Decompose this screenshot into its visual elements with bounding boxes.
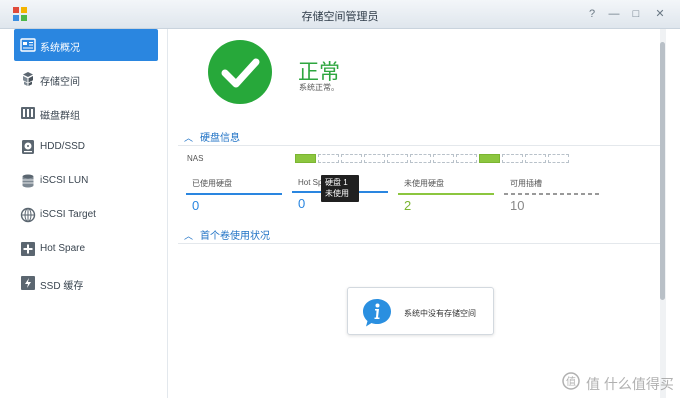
watermark-text: 值 什么值得买 [586,376,674,392]
disk-info-section-header[interactable]: ︿ 硬盘信息 [184,129,240,144]
disk-slot-empty[interactable] [433,154,454,163]
scrollbar-thumb[interactable] [660,42,665,300]
stat-label: 已使用硬盘 [192,179,232,188]
checkmark-icon [221,58,260,88]
disk-info-title: 硬盘信息 [200,133,240,144]
stat-unused-disks: 未使用硬盘 2 [398,178,494,213]
stat-value: 10 [510,198,525,213]
sidebar-item-label: HDD/SSD [40,141,86,152]
disk-slot-used[interactable] [479,154,500,163]
close-button[interactable]: ✕ [652,6,668,22]
sidebar-item-label: Hot Spare [40,243,86,254]
disk-slot-empty[interactable] [410,154,431,163]
section-divider [178,145,660,146]
hot-spare-icon [21,242,35,256]
sidebar-item-label: iSCSI Target [40,209,96,220]
sidebar-item-iscsi-target[interactable]: iSCSI Target [14,199,158,231]
disk-slot-empty[interactable] [502,154,523,163]
disk-slot-used[interactable] [295,154,316,163]
sidebar-item-storage-space[interactable]: 存储空间 [14,63,158,95]
stat-value: 2 [404,198,412,213]
info-icon [363,299,391,327]
chevron-up-icon: ︿ [184,133,194,143]
disk-slot-empty[interactable] [525,154,546,163]
storage-space-icon [23,72,33,86]
svg-text:值: 值 [566,375,576,388]
sidebar-item-ssd-cache[interactable]: SSD 缓存 [14,267,158,299]
device-label: NAS [187,154,204,163]
disk-slot-empty[interactable] [456,154,477,163]
disk-tooltip: 硬盘 1 未使用 [321,175,359,202]
disk-slot-empty[interactable] [364,154,385,163]
chevron-up-icon: ︿ [184,231,194,241]
iscsi-lun-icon [22,174,34,188]
tooltip-status: 未使用 [325,189,349,198]
disk-slot-empty[interactable] [318,154,339,163]
stat-bar [504,193,600,195]
disk-slot-empty[interactable] [341,154,362,163]
watermark: 值 值 什么值得买 [560,372,676,392]
overview-icon [20,38,36,52]
sidebar: 系统概况 存储空间 磁盘群组 HDD/SSD iSCSI LUN iSCSI T… [0,29,168,398]
sidebar-item-label: 存储空间 [40,77,80,88]
section-divider [178,243,660,244]
tooltip-title: 硬盘 1 [325,178,348,187]
empty-message: 系统中没有存储空间 [404,309,476,318]
minimize-button[interactable]: — [606,6,622,22]
iscsi-target-icon [20,207,36,223]
volume-usage-title: 首个卷使用状况 [200,231,270,242]
sidebar-item-iscsi-lun[interactable]: iSCSI LUN [14,165,158,197]
sidebar-item-label: 系统概况 [40,43,80,54]
disk-slot-empty[interactable] [387,154,408,163]
sidebar-item-hdd-ssd[interactable]: HDD/SSD [14,131,158,163]
status-description: 系统正常。 [299,83,339,92]
sidebar-item-label: 磁盘群组 [40,111,80,122]
stat-value: 0 [192,198,200,213]
window-titlebar: 存储空间管理员 ? — □ ✕ [0,0,680,29]
sidebar-item-label: iSCSI LUN [40,175,89,186]
maximize-button[interactable]: □ [628,6,644,22]
stat-label: 未使用硬盘 [404,179,444,188]
stat-used-disks: 已使用硬盘 0 [186,178,282,213]
watermark-logo-icon: 值 [562,372,580,390]
stat-label: 可用插槽 [510,179,542,188]
sidebar-item-overview[interactable]: 系统概况 [14,29,158,61]
status-ok-icon [208,40,272,104]
empty-storage-notice: 系统中没有存储空间 [347,287,494,335]
disk-group-icon [21,107,35,119]
help-button[interactable]: ? [584,6,600,22]
ssd-cache-icon [21,276,35,290]
stat-available-slots: 可用插槽 10 [504,178,600,213]
sidebar-item-disk-group[interactable]: 磁盘群组 [14,97,158,129]
sidebar-item-label: SSD 缓存 [40,281,84,292]
volume-usage-section-header[interactable]: ︿ 首个卷使用状况 [184,227,270,242]
sidebar-item-hot-spare[interactable]: Hot Spare [14,233,158,265]
stat-bar [398,193,494,195]
stat-bar [186,193,282,195]
disk-slot-empty[interactable] [548,154,569,163]
window-title: 存储空间管理员 [301,11,379,23]
hdd-icon [22,140,34,154]
